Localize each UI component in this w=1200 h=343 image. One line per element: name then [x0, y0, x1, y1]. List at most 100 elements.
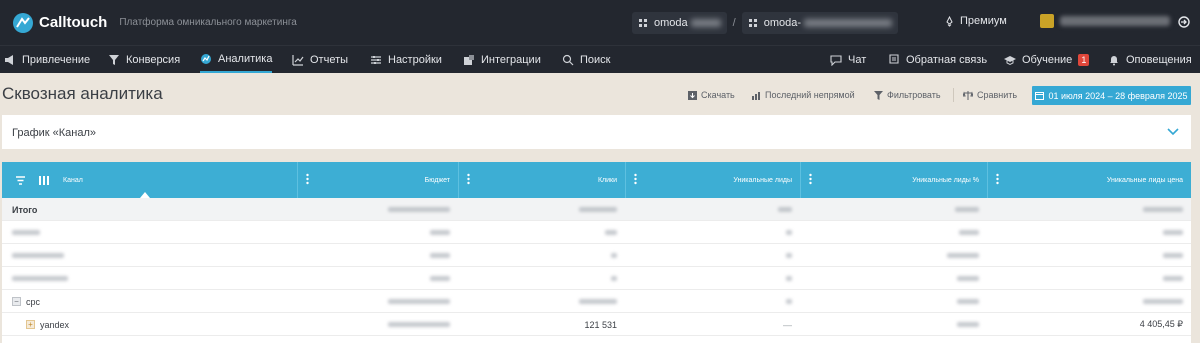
redacted-value: [778, 207, 792, 212]
table-row[interactable]: [2, 267, 1191, 290]
chart-panel[interactable]: График «Канал»: [2, 115, 1191, 149]
filter-button[interactable]: Фильтровать: [874, 90, 941, 100]
calltouch-logo-icon: [13, 12, 33, 33]
user-name: [1060, 16, 1170, 26]
nav-item-acquisition[interactable]: Привлечение: [4, 46, 90, 73]
cell-clicks: [458, 267, 625, 290]
page-title: Сквозная аналитика: [2, 84, 163, 103]
calendar-icon: [1035, 92, 1045, 100]
grid-icon: [639, 19, 647, 27]
column-menu-icon[interactable]: [306, 173, 309, 185]
logo[interactable]: Calltouch: [12, 12, 107, 34]
feedback-icon: [889, 53, 899, 64]
redacted-value: [388, 299, 450, 304]
column-menu-icon[interactable]: [809, 173, 812, 185]
nav-item-reports[interactable]: Отчеты: [292, 46, 348, 73]
nav-item-learning[interactable]: Обучение 1: [1004, 46, 1090, 73]
cell-unique-lead-price: [987, 221, 1191, 244]
nav-item-feedback[interactable]: Обратная связь: [888, 46, 987, 73]
cell-unique-leads: [625, 221, 800, 244]
attribution-model-button[interactable]: Последний непрямой: [752, 90, 855, 100]
graduation-cap-icon: [1004, 55, 1016, 65]
redacted-value: [957, 322, 979, 327]
column-label: Уникальные лиды: [733, 176, 792, 184]
cell-clicks: [458, 244, 625, 267]
chart-icon: [292, 54, 304, 66]
expand-toggle-icon[interactable]: +: [26, 320, 35, 329]
nav-item-chat[interactable]: Чат: [830, 46, 866, 73]
redacted-value: [579, 299, 617, 304]
column-header-unique-leads[interactable]: Уникальные лиды: [625, 162, 800, 198]
funnel-icon: [109, 54, 119, 65]
redacted-value: [947, 253, 979, 258]
megaphone-icon: [5, 54, 13, 65]
chart-panel-title: График «Канал»: [12, 127, 97, 139]
redacted-value: [611, 253, 617, 258]
redacted-value: [430, 276, 450, 281]
table-row[interactable]: [2, 244, 1191, 267]
table-row[interactable]: [2, 221, 1191, 244]
user-avatar: [1040, 14, 1054, 28]
puzzle-icon: [464, 54, 474, 65]
row-name: [12, 244, 64, 267]
nav-item-analytics[interactable]: Аналитика: [200, 46, 273, 73]
table-row-yandex[interactable]: + yandex 121 531 — 4 405,45 ₽: [2, 313, 1191, 336]
row-name: cpc: [26, 296, 41, 307]
download-button[interactable]: Скачать: [688, 90, 735, 100]
redacted-value: [579, 207, 617, 212]
cell-unique-leads-pct: [800, 313, 987, 336]
project-selector[interactable]: omoda / omoda-: [632, 12, 898, 34]
redacted-value: [786, 253, 792, 258]
column-menu-icon[interactable]: [467, 173, 470, 185]
columns-icon[interactable]: [39, 175, 49, 185]
list-settings-icon[interactable]: [16, 175, 25, 185]
nav-item-integrations[interactable]: Интеграции: [463, 46, 541, 73]
project-separator: /: [732, 17, 736, 29]
logout-icon[interactable]: [1178, 16, 1190, 28]
column-header-clicks[interactable]: Клики: [458, 162, 625, 198]
user-menu[interactable]: [1040, 14, 1170, 28]
bar-chart-icon: [752, 91, 760, 100]
redacted-value: [1163, 253, 1183, 258]
cell-clicks: [458, 221, 625, 244]
redacted-value: [430, 253, 450, 258]
nav-item-search[interactable]: Поиск: [562, 46, 610, 73]
premium-link[interactable]: Премиум: [944, 15, 1007, 27]
nav-item-alerts[interactable]: Оповещения: [1108, 46, 1192, 73]
analytics-table: Канал Бюджет Клики Уникальные лиды Уника…: [2, 162, 1191, 343]
project-chip-2[interactable]: omoda-: [741, 12, 898, 34]
chat-label: Чат: [848, 53, 867, 66]
project-name-2-blurred: [804, 19, 892, 27]
redacted-value: [786, 230, 792, 235]
project-chip-1[interactable]: omoda: [632, 12, 727, 34]
redacted-value: [786, 299, 792, 304]
cell-unique-lead-price: [987, 290, 1191, 313]
chevron-down-icon[interactable]: [1167, 127, 1179, 137]
cell-budget: [297, 244, 458, 267]
table-row-cpc[interactable]: − cpc: [2, 290, 1191, 313]
filter-label: Фильтровать: [887, 90, 941, 100]
column-menu-icon[interactable]: [634, 173, 637, 185]
column-header-budget[interactable]: Бюджет: [297, 162, 458, 198]
column-menu-icon[interactable]: [996, 173, 999, 185]
redacted-value: [1143, 299, 1183, 304]
date-range-picker[interactable]: 01 июля 2024 – 28 февраля 2025: [1032, 86, 1191, 105]
logo-text: Calltouch: [39, 14, 108, 31]
learning-badge: 1: [1078, 53, 1090, 66]
redacted-value: [955, 207, 979, 212]
nav-label: Интеграции: [481, 53, 541, 66]
collapse-toggle-icon[interactable]: −: [12, 297, 21, 306]
cell-unique-leads-pct: [800, 221, 987, 244]
nav-item-conversion[interactable]: Конверсия: [108, 46, 180, 73]
sliders-icon: [371, 55, 381, 64]
redacted-value: [12, 253, 64, 258]
download-label: Скачать: [701, 90, 735, 100]
compare-button[interactable]: Сравнить: [963, 90, 1017, 100]
redacted-value: [957, 299, 979, 304]
nav-item-settings[interactable]: Настройки: [370, 46, 442, 73]
redacted-value: [430, 230, 450, 235]
cell-budget: [297, 313, 458, 336]
cell-budget: [297, 267, 458, 290]
column-header-unique-leads-pct[interactable]: Уникальные лиды %: [800, 162, 987, 198]
column-header-unique-lead-price[interactable]: Уникальные лиды цена: [987, 162, 1191, 198]
